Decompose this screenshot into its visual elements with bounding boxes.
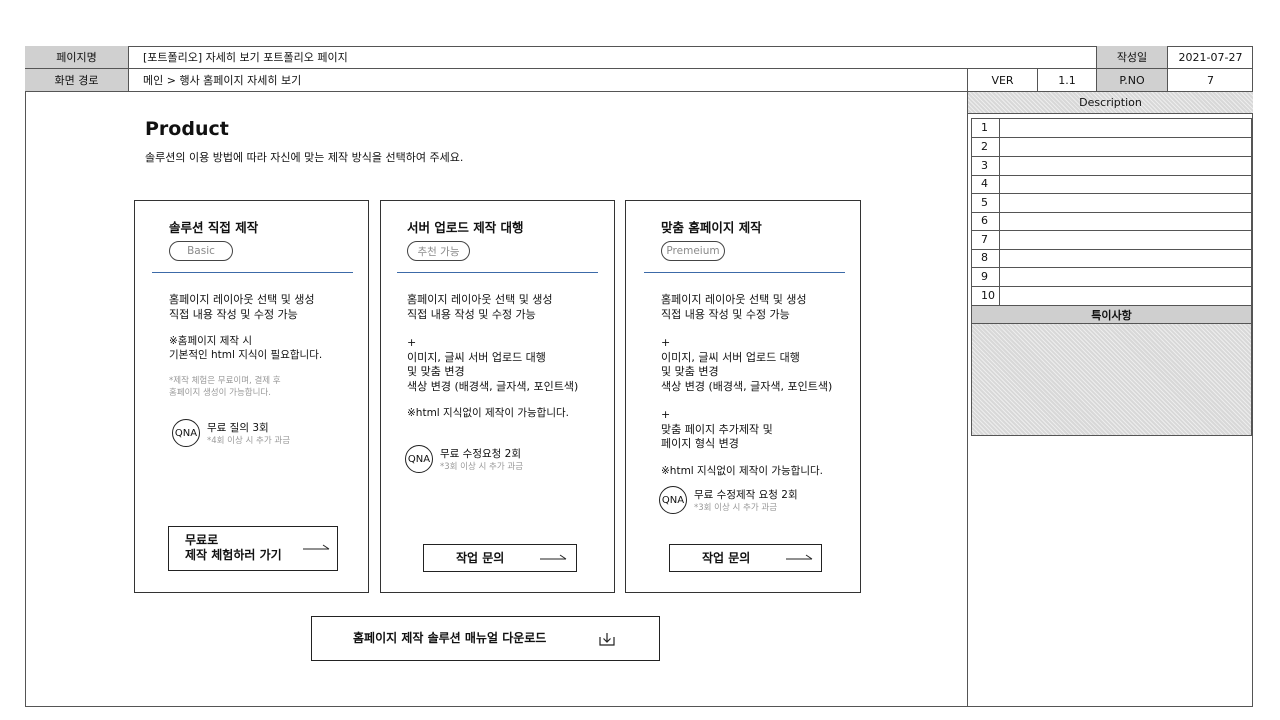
feature-line: 직접 내용 작성 및 수정 가능 <box>169 308 298 321</box>
description-row: 7 <box>972 231 1253 250</box>
page-subtitle: 솔루션의 이용 방법에 따라 자신에 맞는 제작 방식을 선택하여 주세요. <box>145 151 464 164</box>
description-panel: Description 1 2 3 4 5 6 7 8 9 10 특이사항 <box>967 92 1253 707</box>
row-number: 10 <box>972 287 1000 305</box>
description-row: 1 <box>972 119 1253 138</box>
description-title: Description <box>968 92 1253 114</box>
qna-text: 무료 수정제작 요청 2회 <box>694 489 798 501</box>
plan-badge: Basic <box>169 241 233 261</box>
description-row: 2 <box>972 138 1253 157</box>
button-label: 작업 문의 <box>702 551 751 565</box>
arrow-right-icon <box>303 544 330 550</box>
notes-area <box>971 324 1252 436</box>
created-date: 2021-07-27 <box>1167 46 1253 68</box>
page-title: Product <box>145 118 229 140</box>
row-number: 2 <box>972 138 1000 156</box>
plan-badge: Premeium <box>661 241 725 261</box>
description-row: 6 <box>972 212 1253 231</box>
feature-line: 홈페이지 레이아웃 선택 및 생성 <box>169 293 315 306</box>
card-divider <box>397 272 598 273</box>
product-card-premium: 맞춤 홈페이지 제작 Premeium 홈페이지 레이아웃 선택 및 생성 직접… <box>625 200 861 593</box>
button-label: 제작 체험하러 가기 <box>185 548 282 562</box>
ver-value: 1.1 <box>1037 69 1096 91</box>
row-number: 1 <box>972 119 1000 137</box>
feature-line: 홈페이지 레이아웃 선택 및 생성 <box>407 293 553 306</box>
description-row: 9 <box>972 268 1253 287</box>
fine-print: *제작 체험은 무료이며, 결제 후 <box>169 376 281 386</box>
feature-line: 색상 변경 (배경색, 글자색, 포인트색) <box>661 380 833 393</box>
qna-icon: QNA <box>659 486 687 514</box>
qna-subtext: *3회 이상 시 추가 과금 <box>440 462 524 472</box>
path-label: 화면 경로 <box>25 69 128 91</box>
feature-line: 홈페이지 레이아웃 선택 및 생성 <box>661 293 807 306</box>
description-table: 1 2 3 4 5 6 7 8 9 10 <box>971 118 1253 306</box>
work-inquiry-button[interactable]: 작업 문의 <box>423 544 577 572</box>
free-trial-button[interactable]: 무료로 제작 체험하러 가기 <box>168 526 338 571</box>
card-title: 솔루션 직접 제작 <box>169 220 259 235</box>
card-title: 서버 업로드 제작 대행 <box>407 220 524 235</box>
description-row: 10 <box>972 287 1253 306</box>
button-label: 홈페이지 제작 솔루션 매뉴얼 다운로드 <box>353 631 547 645</box>
requirement-note: ※html 지식없이 제작이 가능합니다. <box>407 407 569 419</box>
qna-text: 무료 수정요청 2회 <box>440 448 521 460</box>
arrow-right-icon <box>540 554 567 560</box>
row-number: 5 <box>972 194 1000 212</box>
description-title-text: Description <box>1079 96 1142 109</box>
requirement-note: ※홈페이지 제작 시 <box>169 335 253 347</box>
row-number: 4 <box>972 175 1000 193</box>
header-row-2: 화면 경로 메인 > 행사 홈페이지 자세히 보기 VER 1.1 P.NO 7 <box>25 69 1253 92</box>
row-number: 9 <box>972 268 1000 286</box>
pno-value: 7 <box>1167 69 1253 91</box>
description-row: 5 <box>972 194 1253 213</box>
qna-text: 무료 질의 3회 <box>207 422 269 434</box>
feature-line: 이미지, 글씨 서버 업로드 대행 <box>407 351 546 364</box>
ver-label: VER <box>967 69 1037 91</box>
path-value: 메인 > 행사 홈페이지 자세히 보기 <box>128 69 967 91</box>
feature-line: 직접 내용 작성 및 수정 가능 <box>661 308 790 321</box>
header-row-1: 페이지명 [포트폴리오] 자세히 보기 포트폴리오 페이지 작성일 2021-0… <box>25 46 1253 69</box>
product-card-basic: 솔루션 직접 제작 Basic 홈페이지 레이아웃 선택 및 생성 직접 내용 … <box>134 200 369 593</box>
feature-line: 및 맞춤 변경 <box>661 365 719 378</box>
plus-sign: + <box>407 336 417 349</box>
card-divider <box>644 272 845 273</box>
manual-download-button[interactable]: 홈페이지 제작 솔루션 매뉴얼 다운로드 <box>311 616 660 661</box>
card-title: 맞춤 홈페이지 제작 <box>661 220 762 235</box>
qna-subtext: *4회 이상 시 추가 과금 <box>207 436 291 446</box>
notes-title-text: 특이사항 <box>1091 308 1132 322</box>
page-name-label: 페이지명 <box>25 46 128 68</box>
notes-title: 특이사항 <box>971 305 1252 324</box>
feature-line: 직접 내용 작성 및 수정 가능 <box>407 308 536 321</box>
page-name-value: [포트폴리오] 자세히 보기 포트폴리오 페이지 <box>128 46 1096 68</box>
qna-subtext: *3회 이상 시 추가 과금 <box>694 503 778 513</box>
download-icon <box>599 633 615 646</box>
requirement-note: ※html 지식없이 제작이 가능합니다. <box>661 465 823 477</box>
plus-sign: + <box>661 336 671 349</box>
row-number: 7 <box>972 231 1000 249</box>
button-label: 작업 문의 <box>456 551 505 565</box>
plan-badge: 추천 가능 <box>407 241 470 261</box>
row-number: 8 <box>972 249 1000 267</box>
description-row: 8 <box>972 249 1253 268</box>
fine-print: 홈페이지 생성이 가능합니다. <box>169 388 271 398</box>
feature-line: 맞춤 페이지 추가제작 및 <box>661 423 773 436</box>
qna-icon: QNA <box>405 445 433 473</box>
feature-line: 및 맞춤 변경 <box>407 365 465 378</box>
work-inquiry-button[interactable]: 작업 문의 <box>669 544 822 572</box>
feature-line: 페이지 형식 변경 <box>661 437 739 450</box>
row-number: 3 <box>972 157 1000 175</box>
card-divider <box>152 272 353 273</box>
plus-sign: + <box>661 408 671 421</box>
requirement-note: 기본적인 html 지식이 필요합니다. <box>169 349 323 361</box>
qna-icon: QNA <box>172 419 200 447</box>
row-number: 6 <box>972 212 1000 230</box>
feature-line: 색상 변경 (배경색, 글자색, 포인트색) <box>407 380 579 393</box>
product-card-recommended: 서버 업로드 제작 대행 추천 가능 홈페이지 레이아웃 선택 및 생성 직접 … <box>380 200 615 593</box>
created-label: 작성일 <box>1096 46 1167 68</box>
description-row: 4 <box>972 175 1253 194</box>
pno-label: P.NO <box>1096 69 1167 91</box>
feature-line: 이미지, 글씨 서버 업로드 대행 <box>661 351 800 364</box>
arrow-right-icon <box>786 554 813 560</box>
button-label: 무료로 <box>185 533 219 547</box>
description-row: 3 <box>972 157 1253 176</box>
